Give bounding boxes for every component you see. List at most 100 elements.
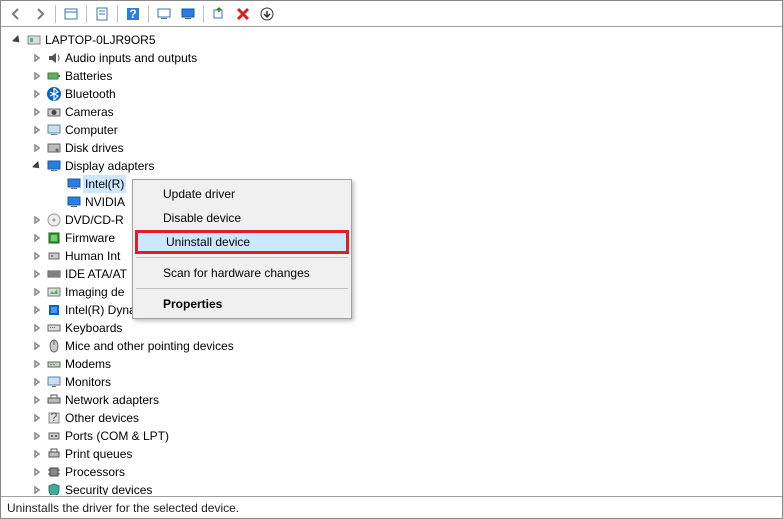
menu-item[interactable]: Update driver — [135, 182, 349, 206]
scan-button[interactable] — [208, 3, 230, 25]
monitor-button[interactable] — [177, 3, 199, 25]
expand-icon[interactable] — [29, 486, 45, 494]
category-item[interactable]: Network adapters — [1, 391, 782, 409]
show-hidden-button[interactable] — [256, 3, 278, 25]
help-button[interactable]: ? — [122, 3, 144, 25]
expand-icon[interactable] — [29, 234, 45, 242]
category-label: Mice and other pointing devices — [63, 337, 236, 355]
expand-icon[interactable] — [29, 144, 45, 152]
category-item[interactable]: IDE ATA/AT — [1, 265, 782, 283]
expand-icon[interactable] — [29, 216, 45, 224]
category-item[interactable]: Security devices — [1, 481, 782, 495]
root-label: LAPTOP-0LJR9OR5 — [43, 31, 158, 49]
expand-icon[interactable] — [29, 252, 45, 260]
menu-separator — [136, 288, 348, 289]
svg-text:?: ? — [51, 410, 58, 424]
monitor-icon — [45, 374, 63, 390]
expand-icon[interactable] — [29, 396, 45, 404]
network-icon — [45, 392, 63, 408]
display-icon — [65, 176, 83, 192]
category-label: Cameras — [63, 103, 116, 121]
category-label: Ports (COM & LPT) — [63, 427, 171, 445]
expand-icon[interactable] — [29, 360, 45, 368]
expand-icon[interactable] — [29, 414, 45, 422]
category-item[interactable]: Audio inputs and outputs — [1, 49, 782, 67]
back-button[interactable] — [5, 3, 27, 25]
menu-item[interactable]: Properties — [135, 292, 349, 316]
device-item[interactable]: NVIDIA — [1, 193, 782, 211]
menu-separator — [136, 257, 348, 258]
expand-icon[interactable] — [29, 288, 45, 296]
status-text: Uninstalls the driver for the selected d… — [7, 501, 239, 515]
expand-icon[interactable] — [29, 108, 45, 116]
expand-icon[interactable] — [29, 270, 45, 278]
category-item[interactable]: DVD/CD-R — [1, 211, 782, 229]
expand-icon[interactable] — [29, 90, 45, 98]
view-button[interactable] — [60, 3, 82, 25]
battery-icon — [45, 68, 63, 84]
expand-icon[interactable] — [29, 126, 45, 134]
camera-icon — [45, 104, 63, 120]
expand-icon[interactable] — [29, 72, 45, 80]
category-item[interactable]: ?Other devices — [1, 409, 782, 427]
menu-item[interactable]: Uninstall device — [135, 230, 349, 254]
category-item[interactable]: Display adapters — [1, 157, 782, 175]
context-menu: Update driverDisable deviceUninstall dev… — [132, 179, 352, 319]
disk-icon — [45, 140, 63, 156]
ide-icon — [45, 266, 63, 282]
cpu-icon — [45, 464, 63, 480]
display-icon — [65, 194, 83, 210]
menu-item[interactable]: Disable device — [135, 206, 349, 230]
category-item[interactable]: Intel(R) Dynamic Platform and Thermal Fr… — [1, 301, 782, 319]
category-item[interactable]: Keyboards — [1, 319, 782, 337]
expand-icon[interactable] — [29, 324, 45, 332]
toolbar: ? — [1, 1, 782, 27]
category-label: Monitors — [63, 373, 113, 391]
properties-button[interactable] — [91, 3, 113, 25]
category-item[interactable]: Human Int — [1, 247, 782, 265]
category-item[interactable]: Cameras — [1, 103, 782, 121]
category-item[interactable]: Monitors — [1, 373, 782, 391]
category-label: Processors — [63, 463, 127, 481]
update-button[interactable] — [153, 3, 175, 25]
tree-root[interactable]: LAPTOP-0LJR9OR5 — [1, 31, 782, 49]
device-tree[interactable]: LAPTOP-0LJR9OR5Audio inputs and outputsB… — [1, 27, 782, 495]
bluetooth-icon — [45, 86, 63, 102]
expand-icon[interactable] — [29, 306, 45, 314]
category-item[interactable]: Modems — [1, 355, 782, 373]
print-icon — [45, 446, 63, 462]
expand-icon[interactable] — [9, 36, 25, 44]
expand-icon[interactable] — [29, 468, 45, 476]
category-item[interactable]: Computer — [1, 121, 782, 139]
expand-icon[interactable] — [29, 450, 45, 458]
security-icon — [45, 482, 63, 495]
category-item[interactable]: Disk drives — [1, 139, 782, 157]
category-item[interactable]: Batteries — [1, 67, 782, 85]
category-item[interactable]: Mice and other pointing devices — [1, 337, 782, 355]
category-label: Disk drives — [63, 139, 126, 157]
category-item[interactable]: Firmware — [1, 229, 782, 247]
category-item[interactable]: Bluetooth — [1, 85, 782, 103]
forward-button[interactable] — [29, 3, 51, 25]
expand-icon[interactable] — [29, 432, 45, 440]
expand-icon[interactable] — [29, 378, 45, 386]
category-item[interactable]: Processors — [1, 463, 782, 481]
category-label: Computer — [63, 121, 120, 139]
category-label: Audio inputs and outputs — [63, 49, 199, 67]
category-label: Firmware — [63, 229, 117, 247]
remove-button[interactable] — [232, 3, 254, 25]
device-item[interactable]: Intel(R) — [1, 175, 782, 193]
expand-icon[interactable] — [29, 342, 45, 350]
category-label: Print queues — [63, 445, 134, 463]
category-item[interactable]: Imaging de — [1, 283, 782, 301]
category-label: Network adapters — [63, 391, 161, 409]
expand-icon[interactable] — [29, 54, 45, 62]
category-label: Imaging de — [63, 283, 126, 301]
menu-item[interactable]: Scan for hardware changes — [135, 261, 349, 285]
category-item[interactable]: Print queues — [1, 445, 782, 463]
expand-icon[interactable] — [29, 162, 45, 170]
category-label: Human Int — [63, 247, 122, 265]
keyboard-icon — [45, 320, 63, 336]
category-item[interactable]: Ports (COM & LPT) — [1, 427, 782, 445]
category-label: Keyboards — [63, 319, 124, 337]
